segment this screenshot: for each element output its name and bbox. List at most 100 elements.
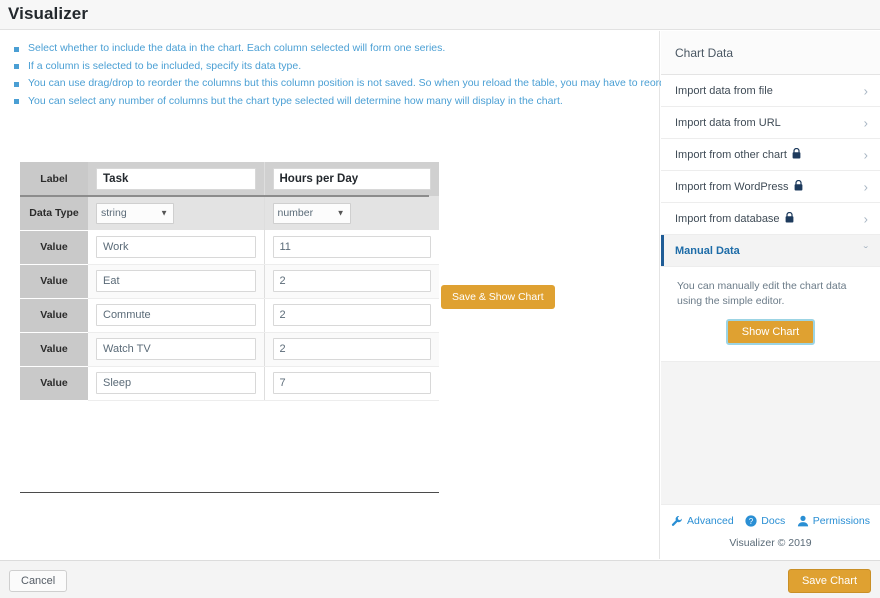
table-row: Value (20, 366, 439, 400)
sidebar-item-import-url[interactable]: Import data from URL › (661, 107, 880, 139)
value-cell-task (88, 230, 264, 264)
tip-item: You can select any number of columns but… (14, 93, 654, 111)
bullet-icon (14, 64, 19, 69)
sidebar-item-label: Import data from URL (675, 117, 781, 129)
manual-data-panel: You can manually edit the chart data usi… (661, 267, 880, 362)
data-type-value-1: number (278, 207, 314, 219)
value-input-hours-4[interactable] (273, 372, 432, 394)
sidebar-item-import-file[interactable]: Import data from file › (661, 75, 880, 107)
chevron-down-icon: ˇ (864, 244, 868, 257)
tips-list: Select whether to include the data in th… (14, 40, 654, 110)
value-input-hours-0[interactable] (273, 236, 432, 258)
sidebar-item-import-other-chart[interactable]: Import from other chart › (661, 139, 880, 171)
help-circle-icon: ? (745, 515, 757, 527)
value-cell-task (88, 298, 264, 332)
tip-text: If a column is selected to be included, … (28, 60, 301, 72)
sidebar-item-manual-data[interactable]: Manual Data ˇ (661, 235, 880, 267)
label-row-divider (20, 195, 429, 197)
sidebar-footer: Advanced ? Docs Permissions Visualizer ©… (661, 504, 880, 559)
row-header-value: Value (20, 332, 88, 366)
lock-icon (792, 148, 801, 162)
column-label-cell-0 (88, 162, 264, 196)
row-header-label: Label (20, 162, 88, 196)
svg-text:?: ? (749, 517, 754, 526)
main-content: Select whether to include the data in th… (0, 31, 660, 559)
chevron-down-icon: ▼ (337, 209, 345, 218)
chevron-right-icon: › (864, 180, 868, 193)
wrench-icon (671, 515, 683, 527)
value-input-task-0[interactable] (96, 236, 256, 258)
value-input-hours-3[interactable] (273, 338, 432, 360)
save-and-show-chart-button[interactable]: Save & Show Chart (441, 285, 555, 309)
value-cell-hours (264, 264, 439, 298)
sidebar-empty-area (661, 362, 880, 517)
column-label-input-1[interactable] (273, 168, 432, 190)
chart-data-table: Label Data Type string (20, 162, 439, 401)
row-header-value: Value (20, 264, 88, 298)
chevron-down-icon: ▼ (160, 209, 168, 218)
table-row: Value (20, 230, 439, 264)
value-input-task-2[interactable] (96, 304, 256, 326)
sidebar-footer-links: Advanced ? Docs Permissions (661, 505, 880, 527)
data-type-select-0[interactable]: string ▼ (96, 203, 174, 224)
data-type-value-0: string (101, 207, 127, 219)
bottom-action-bar: Cancel Save Chart (0, 560, 880, 598)
permissions-link[interactable]: Permissions (797, 515, 870, 527)
sidebar-header: Chart Data (661, 31, 880, 75)
value-input-hours-2[interactable] (273, 304, 432, 326)
tip-text: Select whether to include the data in th… (28, 42, 445, 54)
window-titlebar: Visualizer (0, 0, 880, 30)
row-header-value: Value (20, 230, 88, 264)
sidebar-item-label: Import from database (675, 213, 780, 225)
table-row-data-type: Data Type string ▼ number ▼ (20, 196, 439, 230)
value-cell-hours (264, 332, 439, 366)
data-type-select-1[interactable]: number ▼ (273, 203, 351, 224)
sidebar-item-label: Import from other chart (675, 149, 787, 161)
docs-link[interactable]: ? Docs (745, 515, 785, 527)
value-input-task-1[interactable] (96, 270, 256, 292)
data-type-cell-0: string ▼ (88, 196, 264, 230)
show-chart-button-wrap: Show Chart (677, 319, 864, 345)
chevron-right-icon: › (864, 84, 868, 97)
visualizer-window: Visualizer Select whether to include the… (0, 0, 880, 598)
sidebar-item-import-wordpress[interactable]: Import from WordPress › (661, 171, 880, 203)
value-cell-hours (264, 230, 439, 264)
lock-icon (794, 180, 803, 194)
chevron-right-icon: › (864, 148, 868, 161)
manual-data-description: You can manually edit the chart data usi… (677, 279, 864, 309)
advanced-link-label: Advanced (687, 515, 734, 527)
sidebar-title: Chart Data (675, 46, 733, 60)
chevron-right-icon: › (864, 116, 868, 129)
permissions-link-label: Permissions (813, 515, 870, 527)
tip-item: You can use drag/drop to reorder the col… (14, 75, 654, 93)
column-label-cell-1 (264, 162, 439, 196)
cancel-button[interactable]: Cancel (9, 570, 67, 592)
chevron-right-icon: › (864, 212, 868, 225)
column-label-input-0[interactable] (96, 168, 256, 190)
sidebar-item-label: Import from WordPress (675, 181, 789, 193)
table-row: Value (20, 298, 439, 332)
chart-data-sidebar: Chart Data Import data from file › Impor… (661, 31, 880, 559)
value-cell-task (88, 366, 264, 400)
value-input-hours-1[interactable] (273, 270, 432, 292)
value-input-task-4[interactable] (96, 372, 256, 394)
bullet-icon (14, 99, 19, 104)
value-input-task-3[interactable] (96, 338, 256, 360)
show-chart-button[interactable]: Show Chart (726, 319, 815, 345)
tip-text: You can select any number of columns but… (28, 95, 563, 107)
table-row: Value (20, 332, 439, 366)
value-cell-hours (264, 298, 439, 332)
save-chart-button[interactable]: Save Chart (788, 569, 871, 593)
data-type-cell-1: number ▼ (264, 196, 439, 230)
bullet-icon (14, 82, 19, 87)
sidebar-item-import-database[interactable]: Import from database › (661, 203, 880, 235)
docs-link-label: Docs (761, 515, 785, 527)
value-cell-task (88, 264, 264, 298)
tip-text: You can use drag/drop to reorder the col… (28, 77, 706, 89)
lock-icon (785, 212, 794, 226)
value-cell-hours (264, 366, 439, 400)
row-header-value: Value (20, 366, 88, 400)
sidebar-item-label: Manual Data (675, 245, 740, 257)
advanced-link[interactable]: Advanced (671, 515, 734, 527)
sidebar-item-label: Import data from file (675, 85, 773, 97)
